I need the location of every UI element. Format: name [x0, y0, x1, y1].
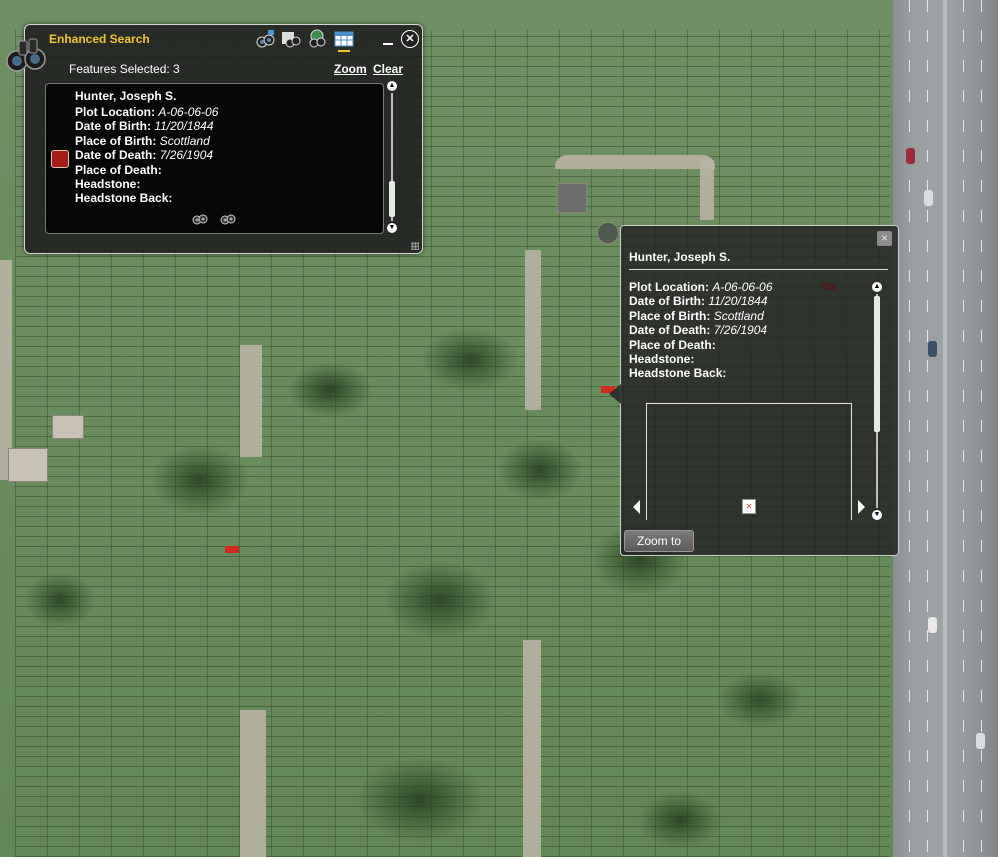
popup-attr-place-of-birth: Place of Birth: Scottland [629, 308, 764, 323]
search-by-graphic-icon[interactable] [255, 29, 275, 49]
attr-date-of-death: Date of Death: 7/26/1904 [75, 148, 214, 163]
scroll-up-icon[interactable]: ▲ [387, 81, 397, 91]
media-next-icon[interactable] [858, 500, 865, 514]
popup-divider [629, 269, 888, 270]
attr-place-of-birth: Place of Birth: Scottland [75, 133, 210, 148]
highway [893, 0, 998, 857]
attr-headstone: Headstone: [75, 177, 141, 192]
popup-title: Hunter, Joseph S. [629, 250, 731, 264]
results-list: Hunter, Joseph S. Plot Location: A-06-06… [45, 83, 384, 234]
popup-attr-date-of-birth: Date of Birth: 11/20/1844 [629, 294, 768, 309]
fountain [597, 222, 619, 244]
scroll-down-icon[interactable]: ▼ [872, 510, 882, 520]
car [976, 733, 985, 749]
car [928, 617, 937, 633]
results-table-icon[interactable] [334, 29, 354, 49]
active-tool-indicator [338, 50, 350, 52]
popup-attributes: Plot Location: A-06-06-06 Date of Birth:… [629, 280, 772, 381]
close-button[interactable]: ✕ [401, 30, 419, 48]
attr-date-of-birth: Date of Birth: 11/20/1844 [75, 119, 214, 134]
popup-attr-place-of-death: Place of Death: [629, 337, 716, 352]
search-by-attribute-icon[interactable] [281, 29, 301, 49]
attr-headstone-back: Headstone Back: [75, 191, 173, 206]
media-previous-icon[interactable] [633, 500, 640, 514]
minimize-button[interactable] [383, 43, 393, 45]
popup-pointer [609, 384, 621, 404]
popup-close-button[interactable]: × [877, 231, 892, 246]
cemetery-path [700, 160, 714, 220]
popup-attr-headstone: Headstone: [629, 352, 695, 367]
scroll-thumb[interactable] [874, 296, 880, 432]
car [928, 341, 937, 357]
cemetery-path [240, 345, 262, 457]
broken-image-icon: ✕ [742, 499, 756, 514]
search-by-spatial-icon[interactable] [307, 29, 327, 49]
result-attributes: Plot Location: A-06-06-06 Date of Birth:… [75, 105, 218, 206]
building [52, 415, 84, 439]
feature-popup: × Hunter, Joseph S. Plot Location: A-06-… [609, 225, 899, 556]
car [924, 190, 933, 206]
binoculars-icon [6, 38, 46, 72]
enhanced-search-panel: Enhanced Search ✕ Features Selected: 3 Z… [6, 24, 423, 254]
panel-title: Enhanced Search [49, 32, 150, 46]
scroll-up-icon[interactable]: ▲ [872, 282, 882, 292]
popup-attr-headstone-back: Headstone Back: [629, 366, 727, 381]
attr-plot-location: Plot Location: A-06-06-06 [75, 105, 219, 119]
remove-feature-icon[interactable] [220, 210, 236, 226]
popup-scrollbar[interactable]: ▲ ▼ [872, 282, 882, 520]
cemetery-path [525, 250, 541, 410]
results-scrollbar[interactable]: ▲ ▼ [387, 81, 397, 233]
building [557, 183, 587, 213]
popup-attr-date-of-death: Date of Death: 7/26/1904 [629, 323, 768, 338]
result-name[interactable]: Hunter, Joseph S. [75, 89, 176, 103]
zoom-to-feature-icon[interactable] [192, 210, 208, 226]
features-selected-count: Features Selected: 3 [69, 62, 180, 76]
cemetery-path [0, 260, 12, 480]
cemetery-path [555, 155, 715, 169]
zoom-link[interactable]: Zoom [334, 62, 367, 76]
highlighted-plot[interactable] [225, 546, 239, 553]
scroll-thumb[interactable] [389, 181, 395, 217]
clear-link[interactable]: Clear [373, 62, 403, 76]
popup-attr-plot-location: Plot Location: A-06-06-06 [629, 280, 773, 294]
cemetery-path [240, 710, 266, 857]
attr-place-of-death: Place of Death: [75, 162, 162, 177]
result-symbol-swatch[interactable] [51, 150, 69, 168]
zoom-to-button[interactable]: Zoom to [624, 530, 694, 552]
cemetery-path [523, 640, 541, 857]
car [906, 148, 915, 164]
scroll-down-icon[interactable]: ▼ [387, 223, 397, 233]
resize-grip-icon[interactable] [411, 242, 419, 250]
building [8, 448, 48, 482]
